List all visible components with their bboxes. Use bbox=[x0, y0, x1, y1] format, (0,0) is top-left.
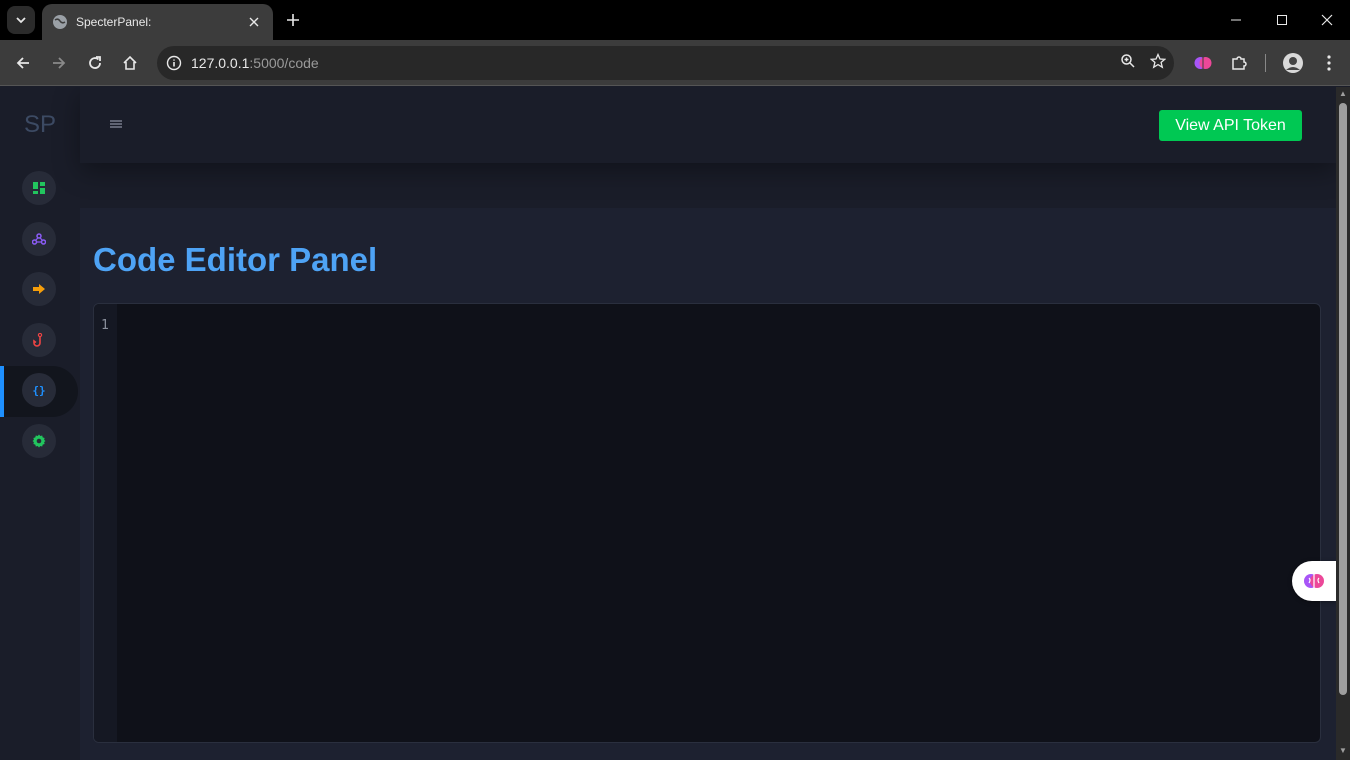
dashboard-icon bbox=[33, 182, 45, 194]
new-tab-button[interactable] bbox=[283, 10, 303, 30]
globe-icon bbox=[52, 14, 68, 30]
hook-icon bbox=[33, 333, 43, 347]
extensions-puzzle-icon[interactable] bbox=[1224, 48, 1254, 78]
scroll-up-arrow-icon[interactable]: ▲ bbox=[1339, 90, 1347, 98]
sidebar-active-indicator bbox=[0, 366, 4, 417]
editor-gutter: 1 bbox=[94, 304, 117, 742]
sidebar-item-code[interactable]: {} bbox=[22, 373, 56, 407]
browser-tab[interactable]: SpecterPanel: bbox=[42, 4, 273, 40]
toolbar-divider bbox=[1265, 54, 1266, 72]
arrow-left-icon bbox=[16, 57, 29, 69]
minimize-icon bbox=[1231, 19, 1241, 21]
minimize-button[interactable] bbox=[1213, 0, 1259, 40]
sidebar-item-forward[interactable] bbox=[22, 272, 56, 306]
maximize-icon bbox=[1277, 15, 1287, 25]
floating-brain-widget[interactable] bbox=[1292, 561, 1336, 601]
scroll-down-arrow-icon[interactable]: ▼ bbox=[1339, 747, 1347, 755]
zoom-icon[interactable] bbox=[1120, 53, 1136, 74]
chevron-down-icon bbox=[16, 17, 26, 24]
tab-search-button[interactable] bbox=[7, 6, 35, 34]
brain-icon bbox=[1304, 574, 1324, 588]
view-api-token-button[interactable]: View API Token bbox=[1159, 110, 1302, 141]
sidebar: SP {} bbox=[0, 87, 80, 760]
back-button[interactable] bbox=[8, 48, 38, 78]
forward-button[interactable] bbox=[44, 48, 74, 78]
page-title: Code Editor Panel bbox=[93, 241, 378, 278]
address-bar[interactable]: 127.0.0.1:5000/code bbox=[157, 46, 1174, 80]
omnibox-actions bbox=[1120, 46, 1167, 80]
profile-avatar-icon[interactable] bbox=[1278, 48, 1308, 78]
close-icon bbox=[1321, 14, 1333, 26]
home-button[interactable] bbox=[115, 48, 145, 78]
hamburger-menu-icon[interactable] bbox=[109, 117, 123, 131]
sidebar-item-webhooks[interactable] bbox=[22, 222, 56, 256]
close-window-button[interactable] bbox=[1304, 0, 1350, 40]
brain-extension-icon[interactable] bbox=[1188, 48, 1218, 78]
app-logo[interactable]: SP bbox=[24, 111, 56, 139]
code-editor[interactable]: 1 bbox=[93, 303, 1321, 743]
sidebar-item-dashboard[interactable] bbox=[22, 171, 56, 205]
sidebar-item-settings[interactable] bbox=[22, 424, 56, 458]
top-bar: View API Token bbox=[80, 87, 1336, 163]
home-icon bbox=[123, 55, 137, 70]
svg-text:{}: {} bbox=[32, 384, 45, 396]
gear-icon bbox=[32, 434, 46, 448]
reload-button[interactable] bbox=[80, 48, 110, 78]
webhook-icon bbox=[32, 233, 46, 245]
tab-close-icon[interactable] bbox=[245, 13, 263, 31]
browser-tabstrip: SpecterPanel: bbox=[0, 0, 1350, 40]
bookmark-star-icon[interactable] bbox=[1149, 52, 1167, 74]
page: SP {} View API Token Code Editor Panel 1 bbox=[0, 87, 1336, 760]
url-text: 127.0.0.1:5000/code bbox=[191, 55, 319, 71]
site-info-icon[interactable] bbox=[157, 46, 191, 80]
tab-title: SpecterPanel: bbox=[76, 15, 152, 29]
url-path: :5000/code bbox=[249, 55, 319, 71]
reload-icon bbox=[89, 56, 101, 69]
browser-menu-icon[interactable] bbox=[1314, 48, 1344, 78]
scrollbar-thumb[interactable] bbox=[1339, 103, 1347, 695]
plus-icon bbox=[287, 14, 299, 26]
main-content: Code Editor Panel 1 bbox=[80, 208, 1336, 760]
sidebar-item-hooks[interactable] bbox=[22, 323, 56, 357]
line-number: 1 bbox=[101, 318, 109, 333]
browser-toolbar: 127.0.0.1:5000/code bbox=[0, 40, 1350, 86]
code-braces-icon: {} bbox=[32, 384, 45, 396]
maximize-button[interactable] bbox=[1259, 0, 1305, 40]
arrow-right-icon bbox=[33, 284, 45, 294]
arrow-right-icon bbox=[53, 57, 66, 69]
page-scrollbar[interactable]: ▲ ▼ bbox=[1336, 87, 1350, 760]
url-host: 127.0.0.1 bbox=[191, 55, 250, 71]
